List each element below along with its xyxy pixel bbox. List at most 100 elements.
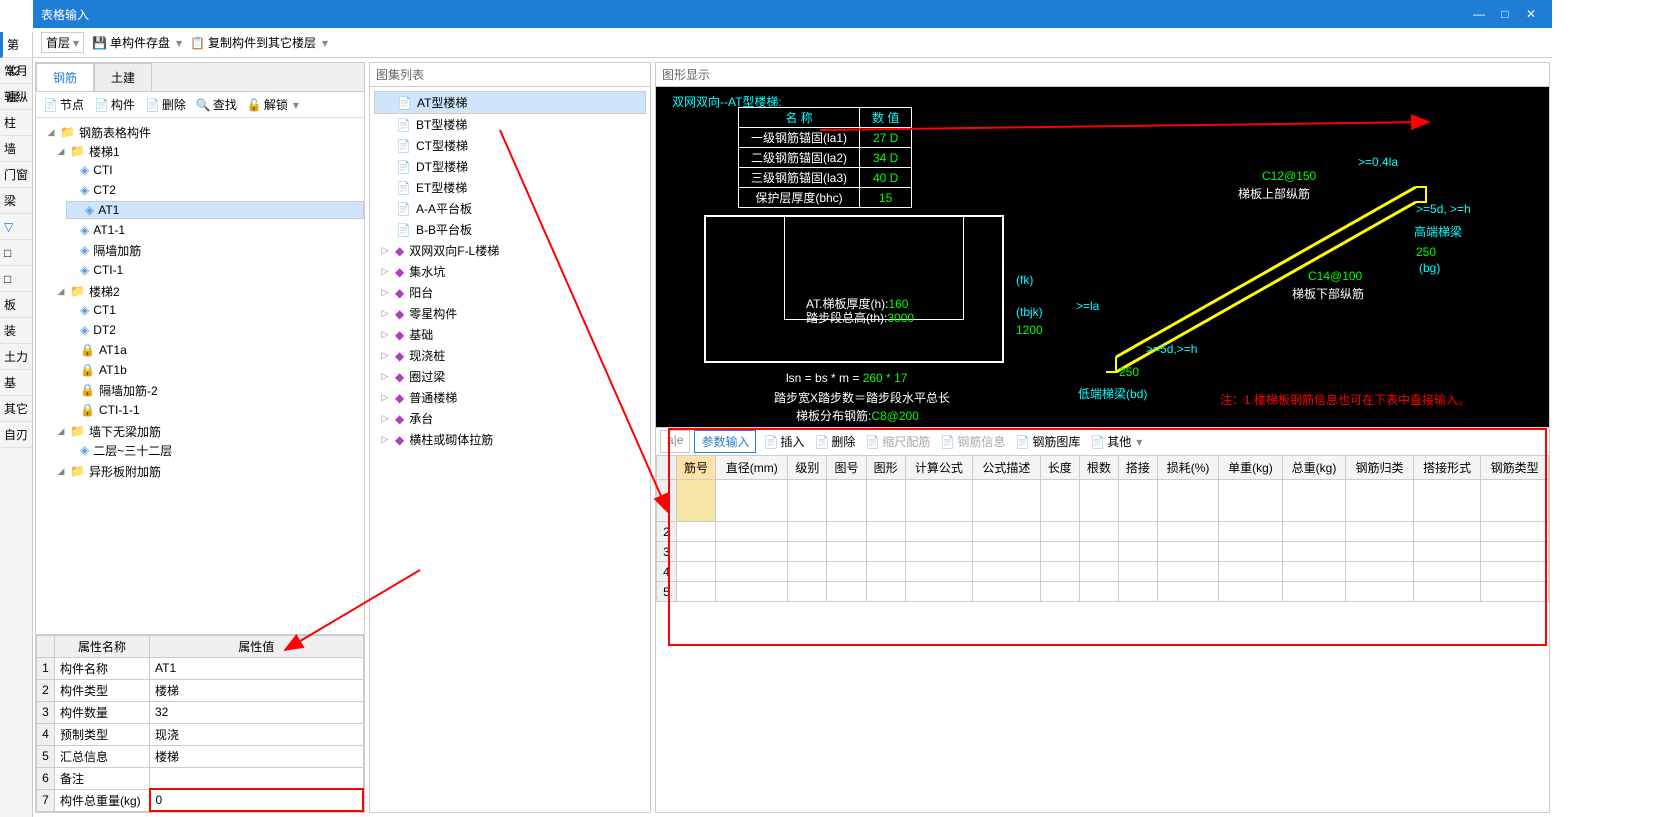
delete-row-button[interactable]: 📄删除	[811, 430, 858, 453]
component-icon: ◈	[80, 163, 89, 177]
component-button[interactable]: 📄构件	[91, 94, 138, 115]
template-category[interactable]: ▷◆横柱或砌体拉筋	[374, 429, 646, 450]
side-tab[interactable]: □	[0, 266, 32, 292]
stairs-icon: 📁	[70, 144, 85, 158]
rebar-toolbar: a|e 参数输入 📄插入 📄删除 📄缩尺配筋 📄钢筋信息 📄钢筋图库 📄其他	[656, 428, 1549, 455]
side-tab[interactable]: 板	[0, 292, 32, 318]
component-icon: ◈	[80, 223, 89, 237]
template-item-selected[interactable]: 📄AT型楼梯	[374, 91, 646, 114]
tree-item[interactable]: ◈AT1-1	[66, 221, 364, 239]
template-category[interactable]: ▷◆零星构件	[374, 303, 646, 324]
tree-item[interactable]: ◈CT2	[66, 181, 364, 199]
floor-select[interactable]: 首层	[41, 32, 84, 53]
template-item[interactable]: 📄B-B平台板	[374, 219, 646, 240]
side-tab[interactable]: 装	[0, 318, 32, 344]
side-tab[interactable]: □	[0, 240, 32, 266]
unlock-button[interactable]: 🔓解锁	[244, 94, 302, 115]
tab-civil[interactable]: 土建	[94, 63, 152, 91]
app-side-tabs: 第32层 常月 轴纵 柱 墙 门窗 梁 ▽ □ □ 板 装 土力 基 其它 自刃	[0, 32, 33, 817]
main-toolbar: 首层 💾单构件存盘 📋复制构件到其它楼层	[33, 28, 1552, 58]
template-item[interactable]: 📄BT型楼梯	[374, 114, 646, 135]
side-tab[interactable]: 门窗	[0, 162, 32, 188]
tab-param-input[interactable]: 参数输入	[694, 430, 756, 453]
template-category[interactable]: ▷◆圈过梁	[374, 366, 646, 387]
component-icon: ◈	[85, 203, 94, 217]
component-tree[interactable]: ◢📁钢筋表格构件 ◢📁楼梯1 ◈CTI ◈CT2 ◈AT1 ◈AT1-1 ◈隔墙…	[36, 118, 364, 634]
minimize-icon[interactable]: —	[1466, 7, 1492, 21]
rebar-grid[interactable]: 筋号直径(mm)级别图号图形计算公式公式描述长度根数搭接损耗(%)单重(kg)总…	[656, 455, 1549, 602]
tree-item[interactable]: ◈隔墙加筋	[66, 241, 364, 259]
tree-item[interactable]: 🔒AT1b	[66, 361, 364, 379]
template-category[interactable]: ▷◆集水坑	[374, 261, 646, 282]
prop-value[interactable]: AT1	[150, 657, 364, 679]
tree-item[interactable]: 🔒CTI-1-1	[66, 401, 364, 419]
copy-floors-button[interactable]: 📋复制构件到其它楼层	[190, 34, 328, 51]
tree-item[interactable]: 🔒隔墙加筋-2	[66, 381, 364, 399]
component-icon: ◈	[80, 183, 89, 197]
prop-value[interactable]: 楼梯	[150, 679, 364, 701]
side-tab[interactable]: 轴纵	[0, 84, 32, 110]
tab-ae[interactable]: a|e	[660, 430, 690, 453]
search-button[interactable]: 🔍查找	[193, 94, 240, 115]
lock-icon: 🔒	[80, 343, 95, 357]
right-panel: 图形显示 计算保存 双网双向--AT型楼梯: 名 称数 值 一级钢筋锚固(la1…	[655, 62, 1550, 813]
template-tree[interactable]: 📄AT型楼梯 📄BT型楼梯 📄CT型楼梯 📄DT型楼梯 📄ET型楼梯 📄A-A平…	[370, 87, 650, 812]
template-category[interactable]: ▷◆基础	[374, 324, 646, 345]
side-tab[interactable]: 基	[0, 370, 32, 396]
tree-item[interactable]: ◢📁墙下无梁加筋	[56, 422, 364, 440]
prop-value[interactable]: 32	[150, 701, 364, 723]
prop-value[interactable]: 现浇	[150, 723, 364, 745]
template-item[interactable]: 📄CT型楼梯	[374, 135, 646, 156]
lock-icon: 🔒	[80, 363, 95, 377]
tree-item[interactable]: ◈DT2	[66, 321, 364, 339]
panel-title: 图集列表	[370, 63, 650, 87]
component-icon: ◈	[80, 263, 89, 277]
template-panel: 图集列表 📄AT型楼梯 📄BT型楼梯 📄CT型楼梯 📄DT型楼梯 📄ET型楼梯 …	[369, 62, 651, 813]
prop-value[interactable]: 楼梯	[150, 745, 364, 767]
template-item[interactable]: 📄A-A平台板	[374, 198, 646, 219]
template-category[interactable]: ▷◆承台	[374, 408, 646, 429]
prop-total-weight[interactable]: 0	[150, 789, 364, 811]
node-button[interactable]: 📄节点	[40, 94, 87, 115]
side-tab[interactable]: 第32层	[0, 32, 32, 58]
template-item[interactable]: 📄ET型楼梯	[374, 177, 646, 198]
left-panel: 钢筋 土建 📄节点 📄构件 📄删除 🔍查找 🔓解锁 ◢📁钢筋表格构件 ◢📁楼梯1…	[35, 62, 365, 813]
template-category[interactable]: ▷◆阳台	[374, 282, 646, 303]
side-tab[interactable]: 常月	[0, 58, 32, 84]
tree-item[interactable]: ◈CT1	[66, 301, 364, 319]
tab-rebar[interactable]: 钢筋	[36, 63, 94, 91]
maximize-icon[interactable]: □	[1492, 7, 1518, 21]
side-tab[interactable]: 梁	[0, 188, 32, 214]
tree-item[interactable]: ◈CTI	[66, 161, 364, 179]
side-tab[interactable]: 墙	[0, 136, 32, 162]
save-single-button[interactable]: 💾单构件存盘	[92, 34, 182, 51]
diagram-view: 双网双向--AT型楼梯: 名 称数 值 一级钢筋锚固(la1)27 D 二级钢筋…	[656, 87, 1549, 427]
library-button[interactable]: 📄钢筋图库	[1012, 430, 1083, 453]
tree-item[interactable]: 🔒AT1a	[66, 341, 364, 359]
rebar-grid-area: a|e 参数输入 📄插入 📄删除 📄缩尺配筋 📄钢筋信息 📄钢筋图库 📄其他 筋…	[656, 427, 1549, 812]
panel-title: 图形显示	[662, 66, 710, 83]
info-button[interactable]: 📄钢筋信息	[937, 430, 1008, 453]
other-button[interactable]: 📄其他	[1087, 430, 1145, 453]
delete-button[interactable]: 📄删除	[142, 94, 189, 115]
prop-value[interactable]	[150, 767, 364, 789]
diagram-param-table: 名 称数 值 一级钢筋锚固(la1)27 D 二级钢筋锚固(la2)34 D 三…	[738, 107, 912, 208]
side-tab[interactable]: ▽	[0, 214, 32, 240]
folder-icon: 📁	[70, 464, 85, 478]
tree-toolbar: 📄节点 📄构件 📄删除 🔍查找 🔓解锁	[36, 92, 364, 118]
template-item[interactable]: 📄DT型楼梯	[374, 156, 646, 177]
tree-item[interactable]: ◢📁异形板附加筋	[56, 462, 364, 480]
side-tab[interactable]: 土力	[0, 344, 32, 370]
tree-item[interactable]: ◈二层~三十二层	[66, 441, 364, 459]
template-category[interactable]: ▷◆双网双向F-L楼梯	[374, 240, 646, 261]
template-category[interactable]: ▷◆现浇桩	[374, 345, 646, 366]
side-tab[interactable]: 其它	[0, 396, 32, 422]
tree-item-selected[interactable]: ◈AT1	[66, 201, 364, 219]
template-category[interactable]: ▷◆普通楼梯	[374, 387, 646, 408]
side-tab[interactable]: 自刃	[0, 422, 32, 448]
side-tab[interactable]: 柱	[0, 110, 32, 136]
close-icon[interactable]: ✕	[1518, 7, 1544, 21]
insert-button[interactable]: 📄插入	[760, 430, 807, 453]
tree-item[interactable]: ◈CTI-1	[66, 261, 364, 279]
scale-button[interactable]: 📄缩尺配筋	[862, 430, 933, 453]
